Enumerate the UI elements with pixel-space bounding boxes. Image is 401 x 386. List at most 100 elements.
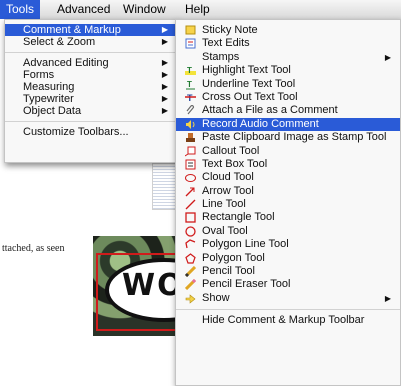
paste-stamp-icon bbox=[185, 132, 196, 143]
submenu-arrow-icon: ▶ bbox=[161, 94, 168, 103]
menu-item-label: Record Audio Comment bbox=[202, 117, 319, 130]
tools-item-advanced-editing[interactable]: Advanced Editing ▶ bbox=[5, 57, 177, 69]
submenu-item-rectangle[interactable]: Rectangle Tool bbox=[176, 211, 400, 224]
menu-separator bbox=[176, 309, 400, 311]
sticky-note-icon bbox=[185, 25, 196, 36]
menu-item-label: Object Data bbox=[23, 105, 82, 117]
menu-item-label: Advanced Editing bbox=[23, 57, 109, 69]
menu-item-label: Typewriter bbox=[23, 93, 74, 105]
submenu-arrow-icon: ▶ bbox=[384, 293, 391, 303]
submenu-item-sticky-note[interactable]: Sticky Note bbox=[176, 24, 400, 37]
submenu-item-cloud[interactable]: Cloud Tool bbox=[176, 171, 400, 184]
svg-text:T: T bbox=[187, 93, 193, 103]
submenu-item-record-audio[interactable]: Record Audio Comment bbox=[176, 117, 400, 132]
comment-markup-submenu: Sticky Note Text Edits Stamps ▶ T Highli… bbox=[175, 19, 401, 386]
cross-out-icon: T bbox=[185, 92, 196, 103]
menu-bar: Tools Advanced Window Help bbox=[0, 0, 401, 20]
tools-item-select-zoom[interactable]: Select & Zoom ▶ bbox=[5, 36, 177, 48]
menu-item-label: Underline Text Tool bbox=[202, 77, 296, 90]
oval-icon bbox=[185, 226, 196, 237]
tools-item-object-data[interactable]: Object Data ▶ bbox=[5, 105, 177, 117]
tools-item-forms[interactable]: Forms ▶ bbox=[5, 69, 177, 81]
rectangle-icon bbox=[185, 212, 196, 224]
submenu-item-pencil[interactable]: Pencil Tool bbox=[176, 265, 400, 278]
polygon-icon bbox=[185, 252, 196, 264]
svg-text:T: T bbox=[187, 80, 192, 89]
submenu-item-cross-out[interactable]: T Cross Out Text Tool bbox=[176, 91, 400, 104]
submenu-item-highlight[interactable]: T Highlight Text Tool bbox=[176, 64, 400, 77]
submenu-arrow-icon: ▶ bbox=[384, 52, 391, 62]
menu-item-label: Arrow Tool bbox=[202, 184, 254, 197]
underline-icon: T bbox=[185, 79, 196, 90]
submenu-item-show[interactable]: Show ▶ bbox=[176, 292, 400, 305]
submenu-item-polygon-line[interactable]: Polygon Line Tool bbox=[176, 238, 400, 251]
speaker-icon bbox=[185, 119, 196, 130]
tools-item-measuring[interactable]: Measuring ▶ bbox=[5, 81, 177, 93]
menu-item-label: Polygon Line Tool bbox=[202, 238, 289, 251]
svg-text:T: T bbox=[187, 66, 192, 75]
menu-item-label: Text Box Tool bbox=[202, 157, 268, 170]
submenu-item-text-edits[interactable]: Text Edits bbox=[176, 37, 400, 50]
submenu-item-pencil-eraser[interactable]: Pencil Eraser Tool bbox=[176, 278, 400, 291]
submenu-item-arrow[interactable]: Arrow Tool bbox=[176, 185, 400, 198]
menu-item-label: Forms bbox=[23, 69, 55, 81]
arrow-icon bbox=[185, 186, 196, 197]
submenu-item-text-box[interactable]: Text Box Tool bbox=[176, 158, 400, 171]
submenu-item-callout[interactable]: Callout Tool bbox=[176, 145, 400, 158]
submenu-arrow-icon: ▶ bbox=[161, 82, 168, 91]
menu-separator bbox=[5, 52, 177, 53]
menu-item-label: Line Tool bbox=[202, 198, 246, 211]
line-icon bbox=[185, 199, 196, 210]
document-text: ttached, as seen bbox=[2, 243, 65, 254]
eraser-icon bbox=[185, 279, 196, 291]
menu-item-label: Rectangle Tool bbox=[202, 211, 275, 224]
menu-item-label: Customize Toolbars... bbox=[23, 126, 129, 138]
text-edits-icon bbox=[185, 38, 196, 49]
pencil-icon bbox=[185, 266, 196, 278]
submenu-arrow-icon: ▶ bbox=[161, 70, 168, 79]
text-box-icon bbox=[185, 159, 196, 170]
paperclip-icon bbox=[185, 105, 196, 116]
tools-item-customize-toolbars[interactable]: Customize Toolbars... bbox=[5, 126, 177, 138]
menu-item-label: Text Edits bbox=[202, 37, 250, 50]
menu-separator bbox=[5, 121, 177, 122]
submenu-arrow-icon: ▶ bbox=[161, 25, 168, 34]
callout-icon bbox=[185, 146, 196, 157]
highlight-icon: T bbox=[185, 65, 196, 76]
menu-item-label: Cross Out Text Tool bbox=[202, 90, 298, 103]
submenu-item-attach-file[interactable]: Attach a File as a Comment bbox=[176, 104, 400, 117]
menu-item-label: Pencil Tool bbox=[202, 265, 255, 278]
submenu-arrow-icon: ▶ bbox=[161, 37, 168, 46]
submenu-item-oval[interactable]: Oval Tool bbox=[176, 225, 400, 238]
menu-tools[interactable]: Tools bbox=[0, 0, 41, 19]
menu-item-label: Sticky Note bbox=[202, 24, 258, 36]
menu-item-label: Cloud Tool bbox=[202, 171, 254, 184]
menu-item-label: Attach a File as a Comment bbox=[202, 104, 338, 117]
submenu-arrow-icon: ▶ bbox=[161, 106, 168, 115]
menu-item-label: Polygon Tool bbox=[202, 251, 265, 264]
menu-item-label: Stamps bbox=[202, 50, 240, 63]
tools-menu: Comment & Markup ▶ Select & Zoom ▶ Advan… bbox=[4, 19, 178, 163]
submenu-item-paste-stamp[interactable]: Paste Clipboard Image as Stamp Tool bbox=[176, 131, 400, 144]
menu-item-label: Comment & Markup bbox=[23, 24, 121, 36]
tools-item-comment-markup[interactable]: Comment & Markup ▶ bbox=[5, 24, 177, 36]
menu-window[interactable]: Window bbox=[117, 0, 172, 19]
menu-item-label: Select & Zoom bbox=[23, 36, 96, 48]
menu-item-label: Paste Clipboard Image as Stamp Tool bbox=[202, 131, 387, 144]
submenu-item-stamps[interactable]: Stamps ▶ bbox=[176, 51, 400, 64]
menu-item-label: Pencil Eraser Tool bbox=[202, 278, 291, 291]
tools-item-typewriter[interactable]: Typewriter ▶ bbox=[5, 93, 177, 105]
menu-item-label: Callout Tool bbox=[202, 144, 260, 157]
submenu-arrow-icon: ▶ bbox=[161, 58, 168, 67]
menu-item-label: Oval Tool bbox=[202, 224, 248, 237]
menu-help[interactable]: Help bbox=[179, 0, 216, 19]
menu-item-label: Measuring bbox=[23, 81, 75, 93]
show-icon bbox=[185, 293, 196, 304]
submenu-item-line[interactable]: Line Tool bbox=[176, 198, 400, 211]
submenu-item-hide-toolbar[interactable]: Hide Comment & Markup Toolbar bbox=[176, 314, 400, 327]
submenu-item-underline[interactable]: T Underline Text Tool bbox=[176, 78, 400, 91]
menu-advanced[interactable]: Advanced bbox=[51, 0, 116, 19]
polygon-line-icon bbox=[185, 239, 196, 250]
cloud-icon bbox=[185, 172, 196, 183]
submenu-item-polygon[interactable]: Polygon Tool bbox=[176, 252, 400, 265]
